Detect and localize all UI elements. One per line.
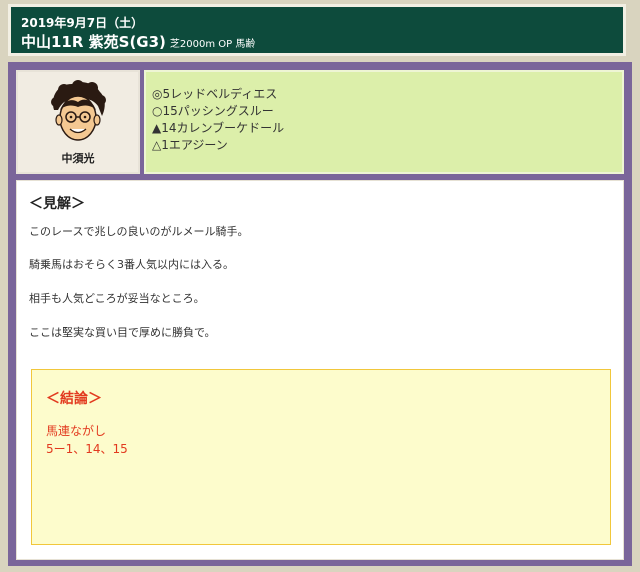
pick-item: ○15パッシングスルー [152, 104, 274, 118]
race-date: 2019年9月7日（土） [21, 16, 144, 30]
analysis-paragraph: 騎乗馬はおそらく3番人気以内には入る。 [29, 258, 234, 271]
analysis-paragraph: このレースで兆しの良いのがルメール騎手。 [29, 225, 249, 238]
conclusion-box: ＜結論＞ 馬連ながし 5ー1、14、15 [31, 369, 611, 545]
prediction-panel: 中須光 ◎5レッドベルディエス ○15パッシングスルー ▲14カレンブーケドール… [8, 62, 632, 566]
analysis-title: ＜見解＞ [29, 196, 85, 212]
race-header: 2019年9月7日（土） 中山11R 紫苑S(G3) 芝2000m OP 馬齢 [8, 4, 626, 56]
conclusion-title: ＜結論＞ [46, 391, 102, 407]
conclusion-numbers: 5ー1、14、15 [46, 442, 128, 456]
pick-item: △1エアジーン [152, 138, 228, 152]
analysis-paragraph: 相手も人気どころが妥当なところ。 [29, 292, 205, 305]
race-subtitle: 芝2000m OP 馬齢 [169, 39, 256, 50]
page-frame: 2019年9月7日（土） 中山11R 紫苑S(G3)芝2000m OP 馬齢 [0, 0, 640, 572]
pick-item: ▲14カレンブーケドール [152, 121, 285, 135]
tipster-avatar-icon [51, 80, 106, 141]
analysis-paragraph: ここは堅実な買い目で厚めに勝負で。 [29, 326, 216, 339]
analysis-section: ＜見解＞ このレースで兆しの良いのがルメール騎手。 騎乗馬はおそらく3番人気以内… [16, 180, 624, 560]
pick-item: ◎5レッドベルディエス [152, 87, 278, 101]
conclusion-bet-type: 馬連ながし [46, 424, 107, 438]
race-title-line: 中山11R 紫苑S(G3) 芝2000m OP 馬齢 [21, 31, 255, 52]
picks-list: ◎5レッドベルディエス ○15パッシングスルー ▲14カレンブーケドール △1エ… [146, 72, 622, 154]
tipster-name: 中須光 [61, 152, 95, 165]
race-title: 中山11R 紫苑S(G3) [21, 33, 166, 51]
tipster-card: 中須光 [16, 70, 140, 174]
picks-box: ◎5レッドベルディエス ○15パッシングスルー ▲14カレンブーケドール △1エ… [144, 70, 624, 174]
